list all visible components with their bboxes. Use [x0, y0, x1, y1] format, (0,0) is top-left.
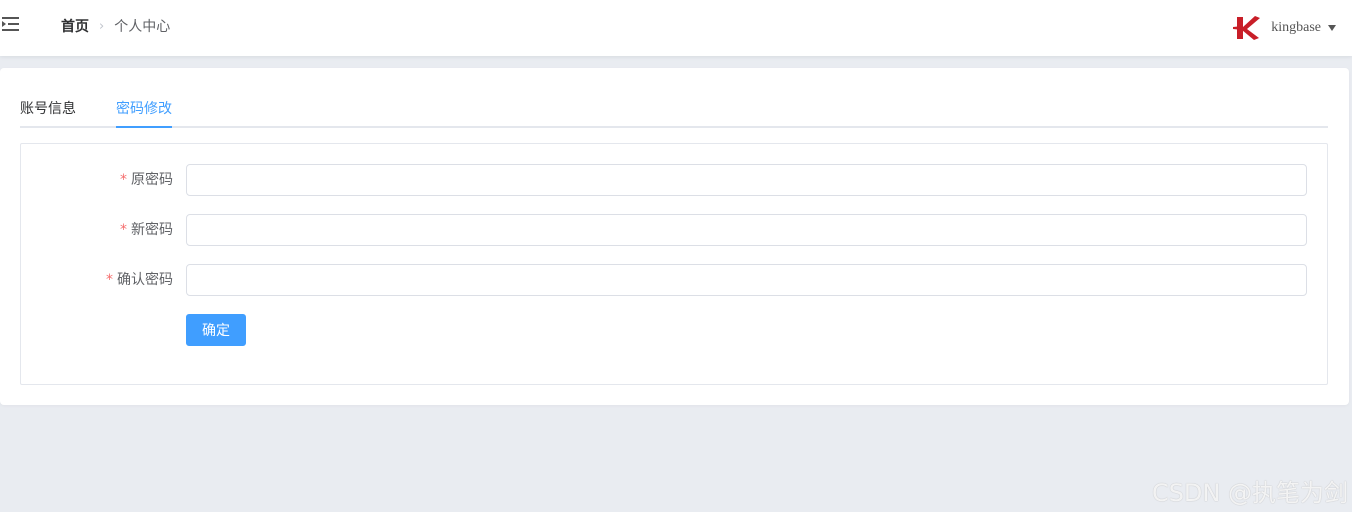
profile-card: 账号信息 密码修改 * 原密码 * 新密码 * 确认密码 确定: [0, 68, 1349, 405]
breadcrumb: 首页 › 个人中心: [61, 16, 170, 36]
tab-password-change[interactable]: 密码修改: [116, 98, 172, 128]
confirm-password-label: * 确认密码: [106, 272, 173, 288]
form-row-submit: 确定: [21, 314, 1327, 346]
top-navbar: 首页 › 个人中心 kingbase: [0, 0, 1352, 56]
hamburger-menu-icon[interactable]: [2, 16, 20, 32]
kingbase-logo-icon: [1233, 16, 1261, 40]
form-row-confirm-password: * 确认密码: [21, 264, 1327, 296]
new-password-input[interactable]: [186, 214, 1307, 246]
caret-down-icon: [1328, 25, 1336, 31]
form-row-old-password: * 原密码: [21, 164, 1327, 196]
active-tab-indicator: [116, 126, 172, 128]
new-password-label: * 新密码: [120, 222, 173, 238]
old-password-input[interactable]: [186, 164, 1307, 196]
username: kingbase: [1271, 20, 1321, 35]
password-form: * 原密码 * 新密码 * 确认密码 确定: [20, 143, 1328, 385]
form-row-new-password: * 新密码: [21, 214, 1327, 246]
required-mark: *: [106, 272, 113, 288]
required-mark: *: [120, 172, 127, 188]
user-dropdown[interactable]: kingbase: [1233, 12, 1336, 44]
breadcrumb-current: 个人中心: [114, 19, 171, 35]
tab-bar: 账号信息 密码修改: [20, 92, 1328, 128]
breadcrumb-separator: ›: [99, 18, 105, 34]
required-mark: *: [120, 222, 127, 238]
breadcrumb-home-link[interactable]: 首页: [61, 16, 89, 36]
watermark: CSDN @执笔为剑: [1151, 479, 1348, 507]
tab-account-info[interactable]: 账号信息: [20, 98, 76, 128]
confirm-button[interactable]: 确定: [186, 314, 246, 346]
old-password-label: * 原密码: [120, 172, 173, 188]
confirm-password-input[interactable]: [186, 264, 1307, 296]
